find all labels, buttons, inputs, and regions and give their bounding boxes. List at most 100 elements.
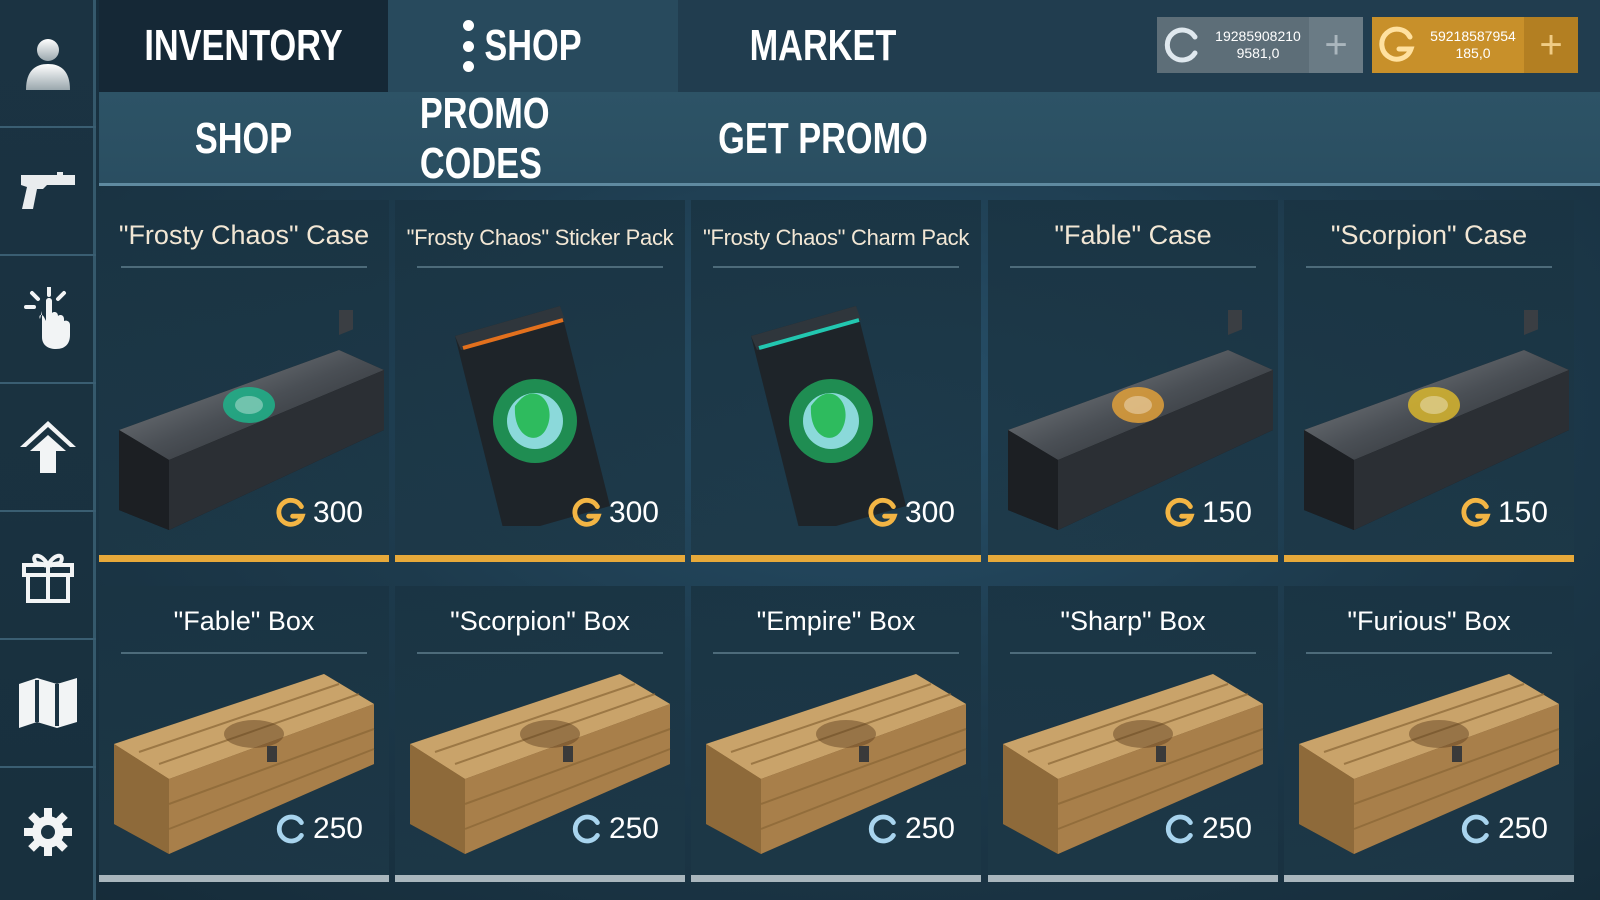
- title-divider: [417, 266, 663, 268]
- top-nav: INVENTORY SHOP MARKET 19285908210 9581,0…: [99, 0, 1600, 92]
- card-accent-bar: [1284, 555, 1574, 562]
- item-price: 250: [867, 812, 955, 846]
- card-accent-bar: [691, 875, 981, 882]
- item-title: "Sharp" Box: [1060, 606, 1206, 636]
- shop-item-card-furious-box[interactable]: "Furious" Box 250: [1284, 586, 1574, 882]
- shop-item-card-sharp-box[interactable]: "Sharp" Box 250: [988, 586, 1278, 882]
- gold-coin-icon: [571, 497, 603, 529]
- gold-coin-icon: [867, 497, 899, 529]
- item-title: "Empire" Box: [756, 606, 916, 636]
- price-value: 300: [608, 496, 659, 529]
- profile-icon: [26, 39, 70, 90]
- title-divider: [1306, 266, 1552, 268]
- shop-item-card-fable-box[interactable]: "Fable" Box 250: [99, 586, 389, 882]
- title-divider: [1010, 266, 1256, 268]
- price-value: 250: [904, 812, 955, 845]
- gold-coin-icon: [275, 497, 307, 529]
- sidebar-item-settings[interactable]: [0, 768, 96, 896]
- subtab-promo-codes[interactable]: PROMO CODES: [420, 89, 646, 188]
- card-accent-bar: [395, 875, 685, 882]
- title-divider: [417, 652, 663, 654]
- add-silver-button[interactable]: +: [1309, 17, 1363, 73]
- price-value: 300: [312, 496, 363, 529]
- subtab-get-promo[interactable]: GET PROMO: [710, 92, 936, 186]
- title-divider: [1010, 652, 1256, 654]
- silver-currency: 19285908210 9581,0 +: [1157, 17, 1363, 73]
- card-accent-bar: [1284, 875, 1574, 882]
- tab-shop[interactable]: SHOP: [420, 0, 646, 92]
- sidebar-item-map[interactable]: [0, 640, 96, 768]
- map-icon: [19, 678, 77, 728]
- item-price: 150: [1460, 496, 1548, 530]
- price-value: 250: [608, 812, 659, 845]
- price-value: 150: [1201, 496, 1252, 529]
- shop-item-card-scorpion-box[interactable]: "Scorpion" Box 250: [395, 586, 685, 882]
- silver-coin-icon: [275, 813, 307, 845]
- gold-currency: 59218587954 185,0 +: [1372, 17, 1578, 73]
- home-up-icon: [20, 421, 76, 473]
- game-shop-screen: INVENTORY SHOP MARKET 19285908210 9581,0…: [0, 0, 1600, 900]
- silver-balance-decimal: 9581,0: [1236, 45, 1280, 61]
- sidebar-item-profile[interactable]: [0, 0, 96, 128]
- item-title: "Frosty Chaos" Case: [118, 220, 370, 250]
- subtab-shop[interactable]: SHOP: [131, 92, 356, 186]
- title-divider: [713, 652, 959, 654]
- gold-balance-decimal: 185,0: [1455, 45, 1491, 61]
- gold-coin-icon: [1372, 17, 1422, 73]
- gift-icon: [22, 553, 74, 603]
- shop-item-card-empire-box[interactable]: "Empire" Box 250: [691, 586, 981, 882]
- price-value: 250: [1497, 812, 1548, 845]
- shop-item-card-frosty-chaos-case[interactable]: "Frosty Chaos" Case 300: [99, 200, 389, 562]
- add-gold-button[interactable]: +: [1524, 17, 1578, 73]
- item-title: "Furious" Box: [1347, 606, 1511, 636]
- silver-balance: 19285908210: [1215, 28, 1301, 44]
- item-price: 250: [571, 812, 659, 846]
- item-price: 250: [275, 812, 363, 846]
- silver-coin-icon: [1460, 813, 1492, 845]
- sidebar-item-home[interactable]: [0, 384, 96, 512]
- card-accent-bar: [691, 555, 981, 562]
- item-title: "Scorpion" Case: [1330, 220, 1528, 250]
- title-divider: [713, 266, 959, 268]
- silver-coin-icon: [571, 813, 603, 845]
- sub-nav: SHOP PROMO CODES GET PROMO: [99, 89, 1600, 188]
- shop-item-card-frosty-chaos-sticker-pack[interactable]: "Frosty Chaos" Sticker Pack 300: [395, 200, 685, 562]
- shop-item-card-frosty-chaos-charm-pack[interactable]: "Frosty Chaos" Charm Pack 300: [691, 200, 981, 562]
- shop-item-card-scorpion-case[interactable]: "Scorpion" Case 150: [1284, 200, 1574, 562]
- item-title: "Scorpion" Box: [450, 606, 630, 636]
- gear-icon: [24, 808, 72, 856]
- title-divider: [121, 266, 367, 268]
- item-price: 300: [571, 496, 659, 530]
- tap-hand-icon: [24, 287, 70, 349]
- gold-balance: 59218587954: [1430, 28, 1516, 44]
- tab-inventory[interactable]: INVENTORY: [131, 0, 356, 92]
- item-title: "Fable" Case: [1054, 220, 1212, 250]
- pistol-icon: [21, 172, 75, 209]
- item-price: 250: [1460, 812, 1548, 846]
- item-title: "Fable" Box: [173, 606, 315, 636]
- sidebar-item-weapons[interactable]: [0, 128, 96, 256]
- item-price: 150: [1164, 496, 1252, 530]
- price-value: 250: [1201, 812, 1252, 845]
- title-divider: [121, 652, 367, 654]
- sidebar-item-interact[interactable]: [0, 256, 96, 384]
- price-value: 150: [1497, 496, 1548, 529]
- sidebar: [0, 0, 96, 900]
- card-accent-bar: [99, 875, 389, 882]
- price-value: 300: [904, 496, 955, 529]
- item-price: 300: [275, 496, 363, 530]
- silver-coin-icon: [867, 813, 899, 845]
- sidebar-item-gifts[interactable]: [0, 512, 96, 640]
- item-title: "Frosty Chaos" Sticker Pack: [406, 225, 674, 250]
- title-divider: [1306, 652, 1552, 654]
- tab-market[interactable]: MARKET: [710, 0, 936, 92]
- price-value: 250: [312, 812, 363, 845]
- card-accent-bar: [988, 875, 1278, 882]
- card-accent-bar: [99, 555, 389, 562]
- silver-coin-icon: [1157, 17, 1207, 73]
- gold-coin-icon: [1460, 497, 1492, 529]
- card-accent-bar: [988, 555, 1278, 562]
- gold-coin-icon: [1164, 497, 1196, 529]
- item-price: 300: [867, 496, 955, 530]
- shop-item-card-fable-case[interactable]: "Fable" Case 150: [988, 200, 1278, 562]
